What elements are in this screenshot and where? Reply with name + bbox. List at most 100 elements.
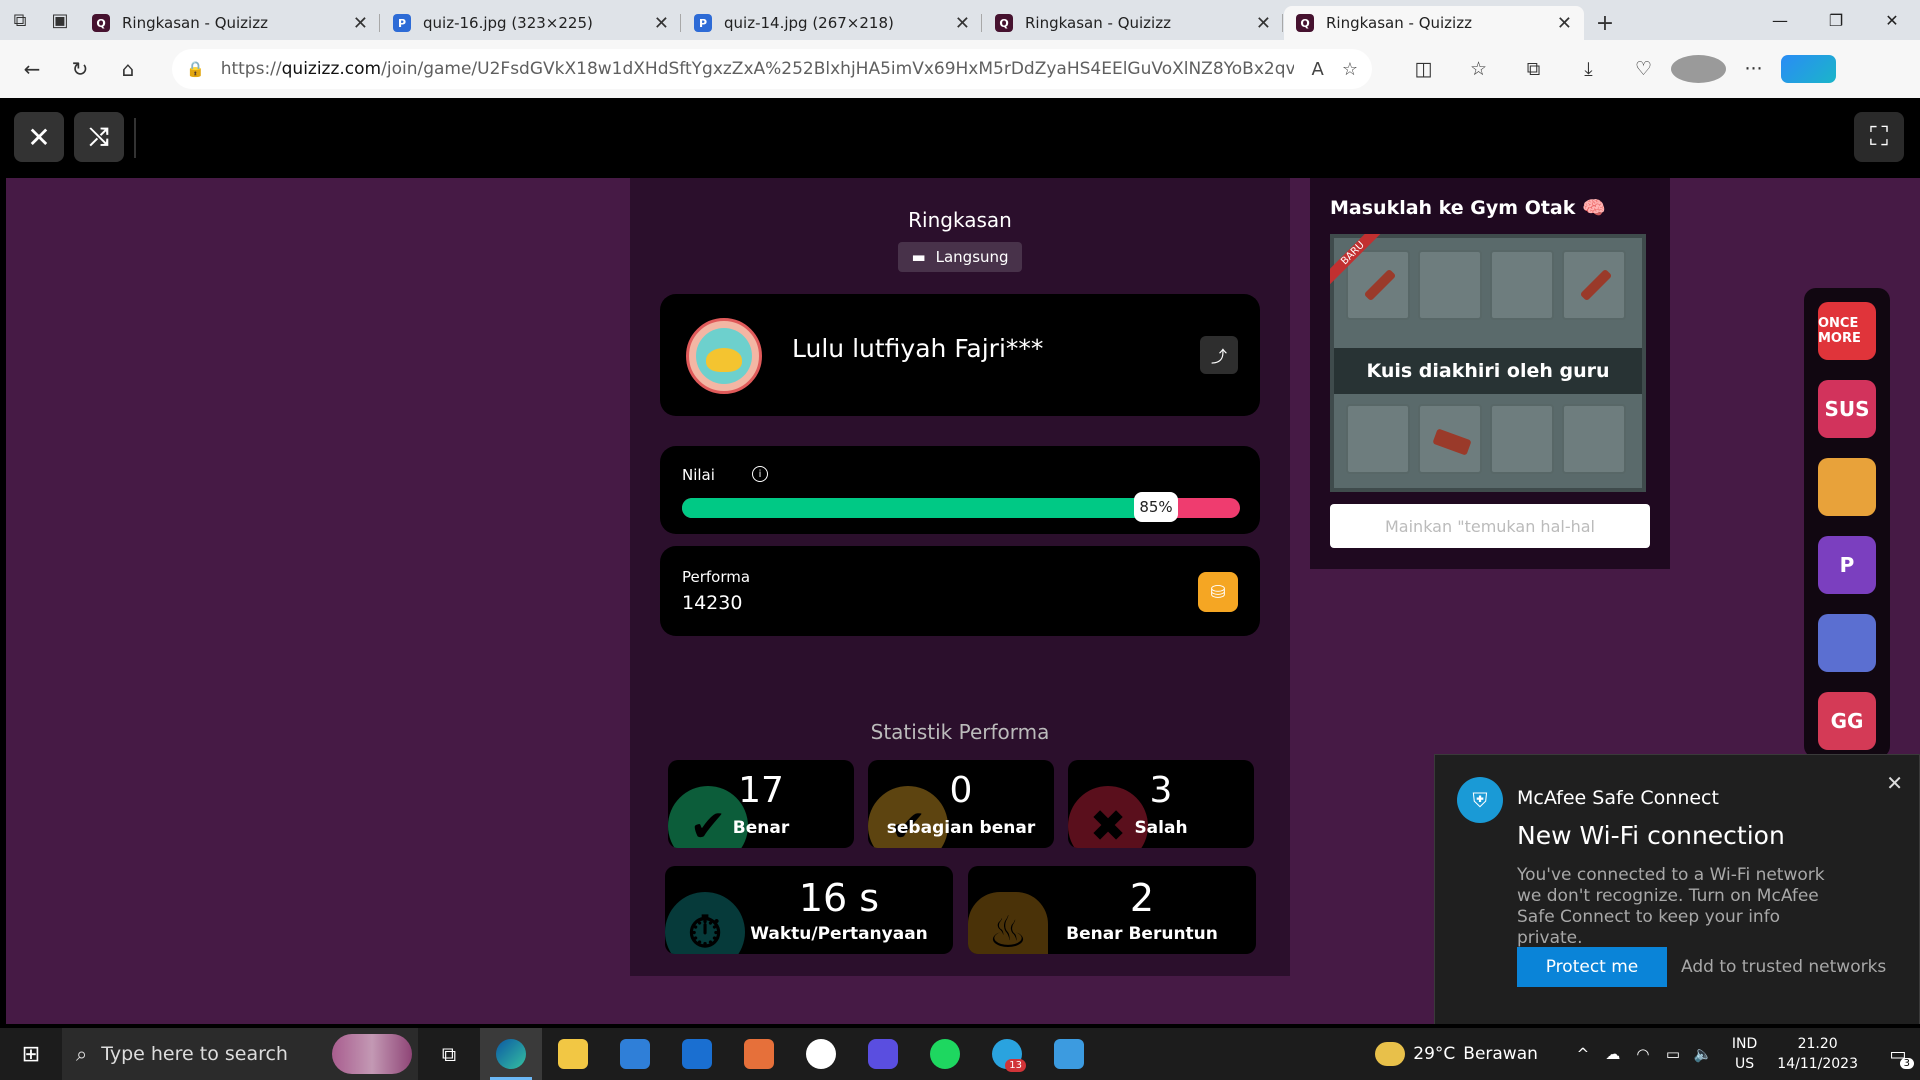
tab-close-icon[interactable]: ✕ — [654, 13, 669, 34]
sticker-icon[interactable]: GG — [1818, 692, 1876, 750]
photos-icon[interactable] — [1038, 1028, 1100, 1080]
clock[interactable]: 21.20 14/11/2023 — [1777, 1034, 1858, 1074]
volume-icon[interactable]: 🔈 — [1688, 1045, 1718, 1063]
new-tab-button[interactable]: + — [1585, 6, 1625, 40]
weather-temp: 29°C — [1413, 1044, 1456, 1064]
performance-card: Performa 14230 ⛁ — [660, 546, 1260, 636]
stat-correct: ✔ 17 Benar — [668, 760, 854, 848]
avatar — [686, 318, 762, 394]
stat-value: 0 — [949, 770, 973, 811]
tab-close-icon[interactable]: ✕ — [353, 13, 368, 34]
toast-app-name: McAfee Safe Connect — [1517, 787, 1719, 809]
taskbar-search[interactable]: ⌕ Type here to search — [62, 1028, 418, 1080]
tab-label: Ringkasan - Quizizz — [1326, 14, 1472, 32]
sticker-icon[interactable]: ONCE MORE — [1818, 302, 1876, 360]
favorites-icon[interactable]: ☆ — [1451, 55, 1506, 83]
edge-app-icon[interactable] — [480, 1028, 542, 1080]
wifi-icon[interactable]: ◠ — [1628, 1045, 1658, 1063]
url-field[interactable]: 🔒 https://quizizz.com/join/game/U2FsdGVk… — [172, 49, 1372, 89]
lang-line2: US — [1735, 1056, 1755, 1072]
collections-icon[interactable]: ⧉ — [1506, 55, 1561, 83]
score-label: Nilai — [682, 466, 715, 484]
score-card: Nilai i 85% — [660, 446, 1260, 534]
downloads-icon[interactable]: ⤓ — [1561, 55, 1616, 83]
sticker-icon[interactable] — [1818, 614, 1876, 672]
browser-tab[interactable]: Pquiz-16.jpg (323×225) ✕ — [381, 6, 681, 40]
stat-label: Salah — [1134, 818, 1188, 838]
sticker-icon[interactable]: SUS — [1818, 380, 1876, 438]
read-aloud-icon[interactable]: A — [1312, 59, 1324, 80]
language-indicator[interactable]: IND US — [1732, 1034, 1757, 1074]
shield-icon: ⛨ — [1457, 777, 1503, 823]
whatsapp-icon[interactable] — [790, 1028, 852, 1080]
url-text: https://quizizz.com/join/game/U2FsdGVkX1… — [220, 59, 1294, 79]
address-toolbar: ← ↻ ⌂ 🔒 https://quizizz.com/join/game/U2… — [0, 40, 1920, 98]
share-button[interactable]: ⤴ — [1200, 336, 1238, 374]
mode-badge: ▬ Langsung — [898, 242, 1022, 272]
workspaces-icon[interactable]: ⧉ — [0, 0, 40, 40]
score-percent-badge: 85% — [1134, 492, 1178, 522]
sticker-icon[interactable] — [1818, 458, 1876, 516]
battery-icon[interactable]: ▭ — [1658, 1045, 1688, 1063]
back-icon[interactable]: ← — [8, 49, 56, 89]
lock-icon[interactable]: 🔒 — [186, 60, 205, 78]
info-icon[interactable]: i — [752, 466, 768, 482]
sticker-icon[interactable]: P — [1818, 536, 1876, 594]
protect-me-button[interactable]: Protect me — [1517, 947, 1667, 987]
weather-widget[interactable]: 29°C Berawan — [1375, 1042, 1538, 1066]
telegram-icon[interactable]: 13 — [976, 1028, 1038, 1080]
store-icon[interactable] — [666, 1028, 728, 1080]
add-trusted-button[interactable]: Add to trusted networks — [1681, 957, 1886, 977]
performance-label: Performa — [682, 568, 751, 586]
tab-label: Ringkasan - Quizizz — [122, 14, 268, 32]
system-tray: 29°C Berawan ^ ☁ ◠ ▭ 🔈 IND US 21.20 14/1… — [1375, 1028, 1920, 1080]
split-screen-icon[interactable]: ◫ — [1396, 55, 1451, 83]
more-icon[interactable]: ··· — [1726, 55, 1781, 83]
brain-gym-panel: Masuklah ke Gym Otak 🧠 BARU Kuis diakhir… — [1310, 178, 1670, 569]
image-favicon-icon: P — [694, 14, 712, 32]
onedrive-icon[interactable]: ☁ — [1598, 1045, 1628, 1063]
close-icon[interactable]: ✕ — [1886, 771, 1903, 795]
task-view-icon[interactable]: ⧉ — [418, 1028, 480, 1080]
profile-avatar[interactable] — [1671, 55, 1726, 83]
home-icon[interactable]: ⌂ — [104, 49, 152, 89]
minimize-icon[interactable]: — — [1752, 0, 1808, 40]
favorite-star-icon[interactable]: ☆ — [1342, 59, 1358, 80]
browser-tab[interactable]: Pquiz-14.jpg (267×218) ✕ — [682, 6, 982, 40]
browser-tab[interactable]: Q Ringkasan - Quizizz ✕ — [1284, 6, 1584, 40]
fullscreen-icon[interactable]: ⛶ — [1854, 112, 1904, 162]
browser-tab[interactable]: Q Ringkasan - Quizizz ✕ — [80, 6, 380, 40]
summary-panel: Ringkasan ▬ Langsung Lulu lutfiyah Fajri… — [630, 178, 1290, 976]
close-quiz-button[interactable]: ✕ — [14, 112, 64, 162]
coins-icon[interactable]: ⛁ — [1198, 572, 1238, 612]
copilot-icon[interactable] — [1781, 55, 1836, 83]
gym-preview[interactable]: BARU Kuis diakhiri oleh guru — [1330, 234, 1646, 492]
telegram-badge: 13 — [1005, 1059, 1026, 1072]
stat-label: sebagian benar — [886, 818, 1036, 838]
close-window-icon[interactable]: ✕ — [1864, 0, 1920, 40]
file-explorer-icon[interactable] — [542, 1028, 604, 1080]
spotify-icon[interactable] — [914, 1028, 976, 1080]
tab-close-icon[interactable]: ✕ — [1557, 13, 1572, 34]
refresh-icon[interactable]: ↻ — [56, 49, 104, 89]
tab-close-icon[interactable]: ✕ — [955, 13, 970, 34]
notifications-icon[interactable]: ▭ 3 — [1876, 1044, 1920, 1069]
restore-icon[interactable]: ❐ — [1808, 0, 1864, 40]
tab-close-icon[interactable]: ✕ — [1256, 13, 1271, 34]
layers-app-icon[interactable] — [728, 1028, 790, 1080]
toast-heading: New Wi-Fi connection — [1517, 821, 1785, 850]
performance-icon[interactable]: ♡ — [1616, 55, 1671, 83]
browser-tab[interactable]: Q Ringkasan - Quizizz ✕ — [983, 6, 1283, 40]
tab-actions-icon[interactable]: ▣ — [40, 0, 80, 40]
stat-value: 16 s — [798, 876, 880, 920]
windows-start-icon[interactable]: ⊞ — [0, 1028, 62, 1080]
chevron-up-icon[interactable]: ^ — [1568, 1045, 1598, 1063]
play-gym-button[interactable]: Mainkan "temukan hal-hal — [1330, 504, 1650, 548]
score-bar-fill — [682, 498, 1156, 518]
quizizz-favicon-icon: Q — [92, 14, 110, 32]
mail-icon[interactable] — [604, 1028, 666, 1080]
clipchamp-icon[interactable] — [852, 1028, 914, 1080]
shuffle-icon[interactable]: ⤭ — [74, 112, 124, 162]
quizizz-favicon-icon: Q — [1296, 14, 1314, 32]
mode-label: Langsung — [935, 248, 1009, 266]
